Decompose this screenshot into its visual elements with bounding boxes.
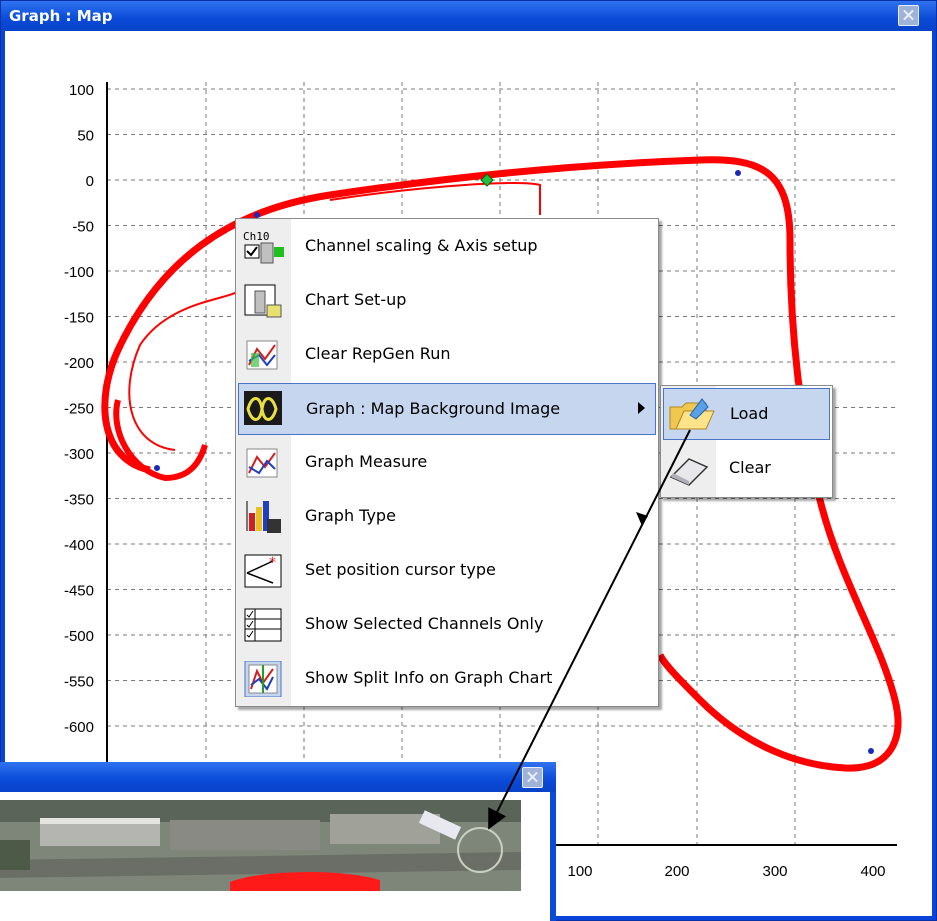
y-tick-label: -250 [64, 401, 94, 418]
menu-item-cursor-type[interactable]: * Set position cursor type [238, 545, 656, 597]
marker-point [735, 170, 741, 176]
x-tick-label: 400 [860, 863, 885, 880]
folder-open-icon [669, 398, 715, 430]
svg-text:*: * [269, 555, 276, 571]
submenu-item-label: Clear [729, 458, 771, 477]
menu-item-label: Chart Set-up [305, 290, 407, 309]
menu-item-label: Graph : Map Background Image [306, 399, 561, 418]
x-tick-label: 100 [567, 863, 592, 880]
y-tick-label: -500 [64, 628, 94, 645]
menu-item-label: Show Selected Channels Only [305, 614, 544, 633]
clear-repgen-icon [246, 340, 278, 370]
close-icon[interactable] [522, 767, 543, 788]
y-tick-label: -350 [64, 492, 94, 509]
eraser-icon [669, 458, 709, 486]
y-tick-label: -450 [64, 583, 94, 600]
submenu-item-load[interactable]: Load [663, 388, 830, 440]
menu-item-selected-channels[interactable]: Show Selected Channels Only [238, 599, 656, 651]
menu-item-label: Graph Type [305, 506, 396, 525]
context-menu: Ch10 Channel scaling & Axis setup Chart … [235, 218, 659, 707]
y-tick-label: 100 [69, 82, 94, 99]
y-tick-label: 0 [86, 173, 94, 190]
menu-item-chart-setup[interactable]: Chart Set-up [238, 275, 656, 327]
menu-item-split-info[interactable]: Show Split Info on Graph Chart [238, 653, 656, 705]
cursor-type-icon: * [244, 554, 282, 588]
x-tick-label: 300 [762, 863, 787, 880]
map-background-icon [244, 391, 282, 425]
submenu-item-clear[interactable]: Clear [663, 443, 830, 495]
menu-item-label: Set position cursor type [305, 560, 496, 579]
graph-type-icon [246, 501, 281, 533]
y-tick-label: -600 [64, 719, 94, 736]
channel-scaling-icon: Ch10 [243, 230, 284, 264]
marker-point [868, 748, 874, 754]
marker-point [154, 465, 160, 471]
menu-item-label: Graph Measure [305, 452, 428, 471]
menu-item-channel-scaling[interactable]: Ch10 Channel scaling & Axis setup [238, 221, 656, 273]
y-tick-label: -50 [72, 219, 94, 236]
submenu-item-label: Load [730, 404, 769, 423]
menu-item-graph-type[interactable]: Graph Type [238, 491, 656, 543]
menu-item-label: Clear RepGen Run [305, 344, 451, 363]
map-background-window [0, 762, 556, 921]
menu-item-graph-measure[interactable]: Graph Measure [238, 437, 656, 489]
menu-item-label: Channel scaling & Axis setup [305, 236, 538, 255]
y-tick-label: -150 [64, 310, 94, 327]
y-tick-label: -200 [64, 355, 94, 372]
menu-item-clear-repgen[interactable]: Clear RepGen Run [238, 329, 656, 381]
y-tick-label: -400 [64, 537, 94, 554]
graph-measure-icon [246, 448, 278, 478]
svg-text:Ch10: Ch10 [243, 230, 270, 243]
y-tick-label: 50 [77, 128, 94, 145]
chart-setup-icon [244, 284, 282, 318]
x-tick-label: 200 [664, 863, 689, 880]
menu-item-map-background[interactable]: Graph : Map Background Image [238, 383, 656, 435]
track-line-loop [113, 399, 208, 482]
submenu-arrow-icon [638, 402, 645, 414]
titlebar[interactable] [0, 762, 556, 792]
y-tick-label: -550 [64, 674, 94, 691]
y-tick-label: -100 [64, 264, 94, 281]
selected-channels-icon [244, 608, 282, 642]
aerial-map-image [0, 800, 521, 891]
background-image-submenu: Load Clear [660, 385, 833, 498]
y-tick-label: -300 [64, 446, 94, 463]
split-info-icon [244, 661, 282, 697]
menu-item-label: Show Split Info on Graph Chart [305, 668, 553, 687]
